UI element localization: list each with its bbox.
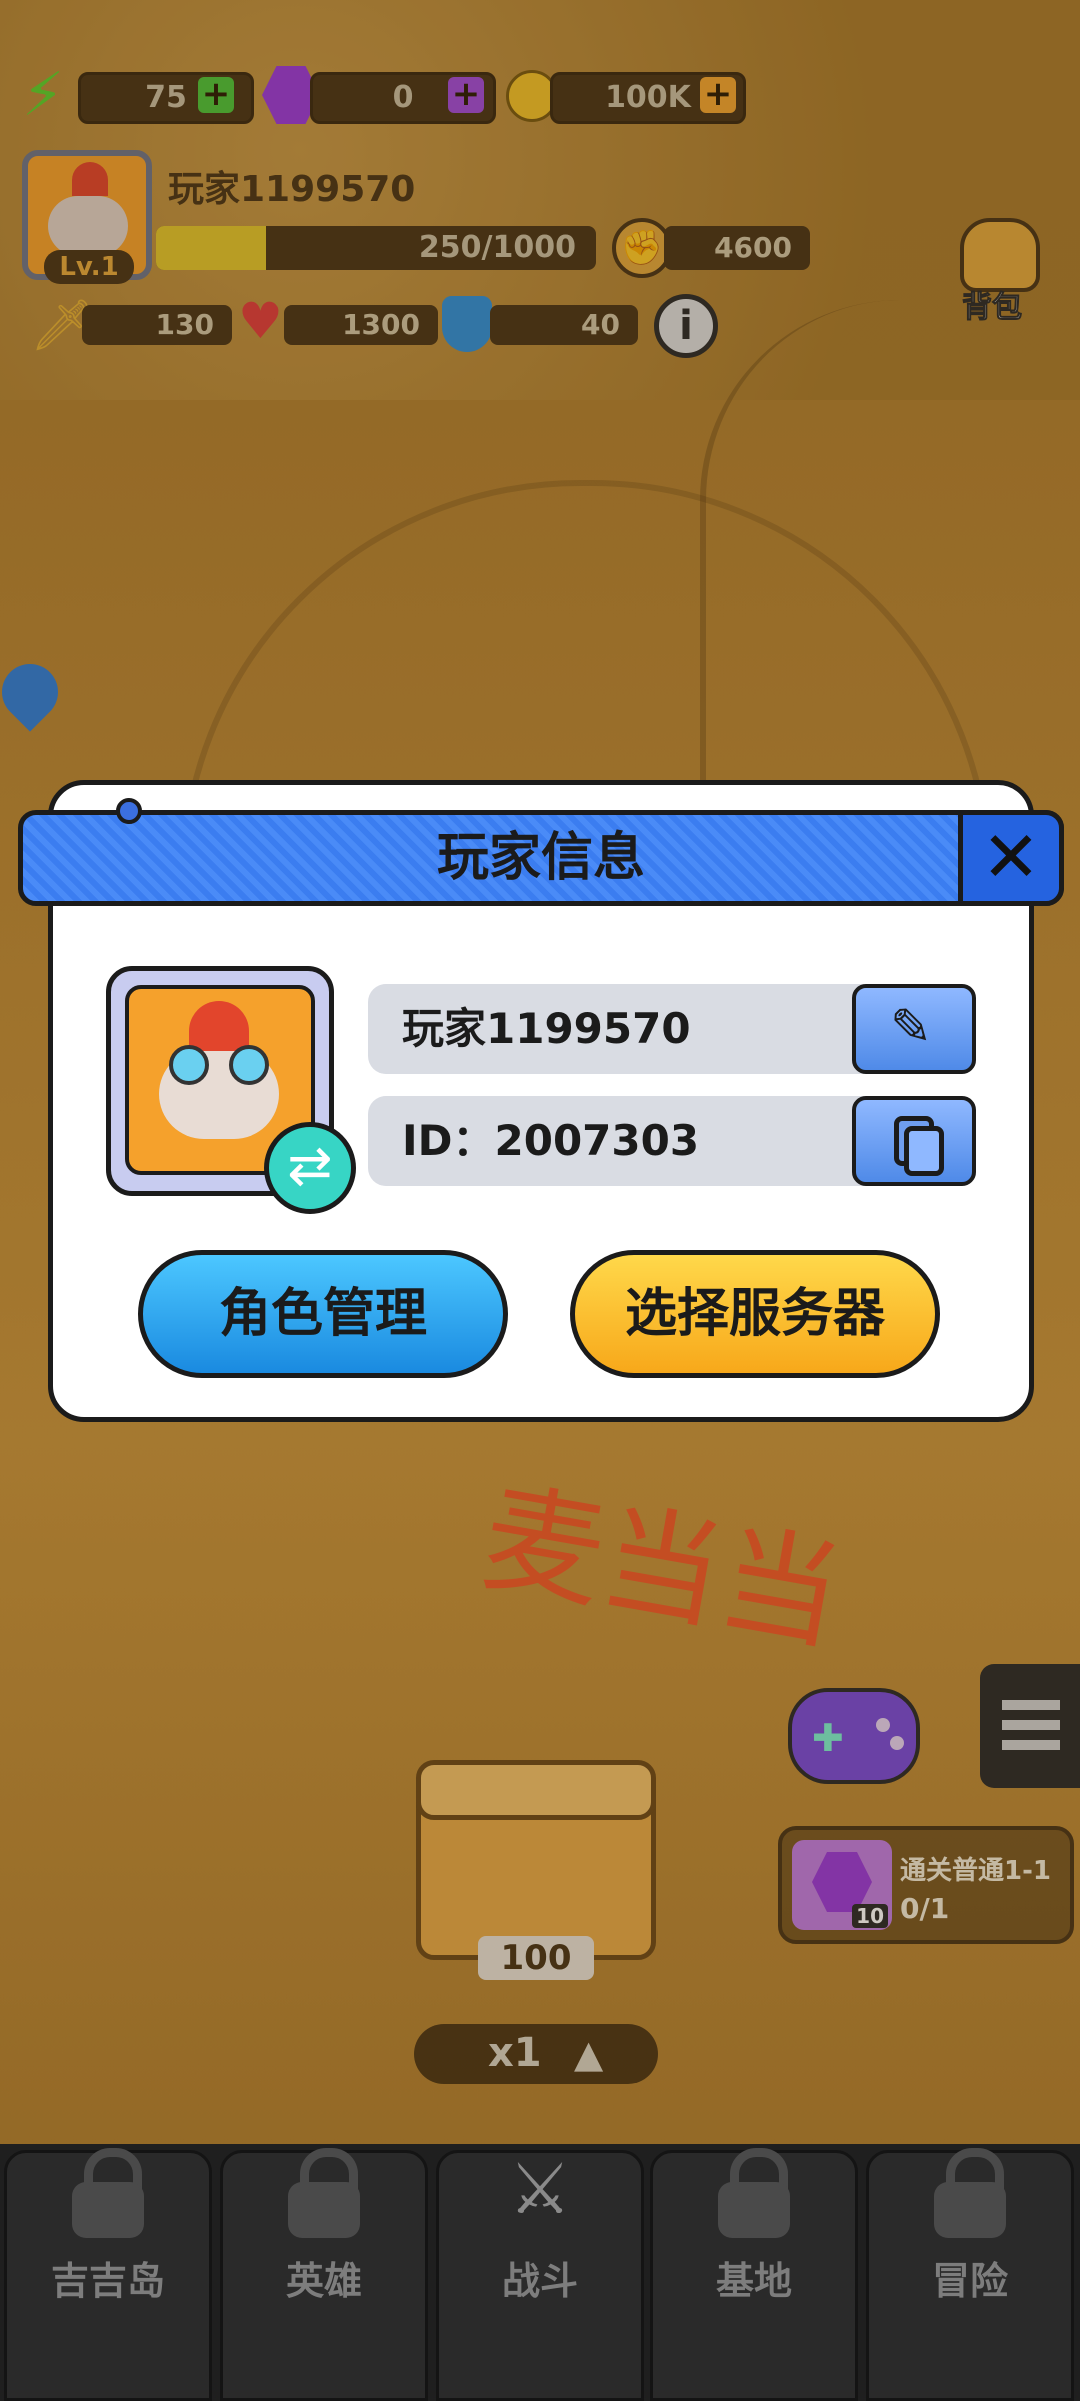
select-server-label: 选择服务器 (624, 1284, 885, 1344)
lock-icon (284, 2148, 364, 2238)
player-name-value: 玩家1199570 (402, 1004, 691, 1053)
lock-icon (68, 2148, 148, 2238)
tab-label: 吉吉岛 (50, 2259, 165, 2303)
role-management-button[interactable]: 角色管理 (138, 1250, 508, 1378)
tab-label: 战斗 (501, 2259, 578, 2303)
dialog-title: 玩家信息 (436, 828, 645, 888)
swap-icon: ⇄ (287, 1134, 333, 1197)
close-button[interactable]: ✕ (958, 810, 1064, 906)
select-server-button[interactable]: 选择服务器 (570, 1250, 940, 1378)
lock-icon (930, 2148, 1010, 2238)
edit-icon: ✎ (890, 998, 932, 1056)
edit-name-button[interactable]: ✎ (852, 984, 976, 1074)
lock-icon (714, 2148, 794, 2238)
close-icon: ✕ (981, 816, 1041, 898)
role-management-label: 角色管理 (218, 1284, 427, 1344)
copy-id-button[interactable] (852, 1096, 976, 1186)
header-dot (116, 798, 142, 824)
player-id-value: ID：2007303 (402, 1116, 700, 1165)
tab-label: 基地 (715, 2259, 792, 2303)
tab-label: 英雄 (285, 2259, 362, 2303)
crossed-swords-icon: ⚔ (508, 2148, 572, 2230)
switch-avatar-button[interactable]: ⇄ (264, 1122, 356, 1214)
tab-label: 冒险 (931, 2259, 1008, 2303)
